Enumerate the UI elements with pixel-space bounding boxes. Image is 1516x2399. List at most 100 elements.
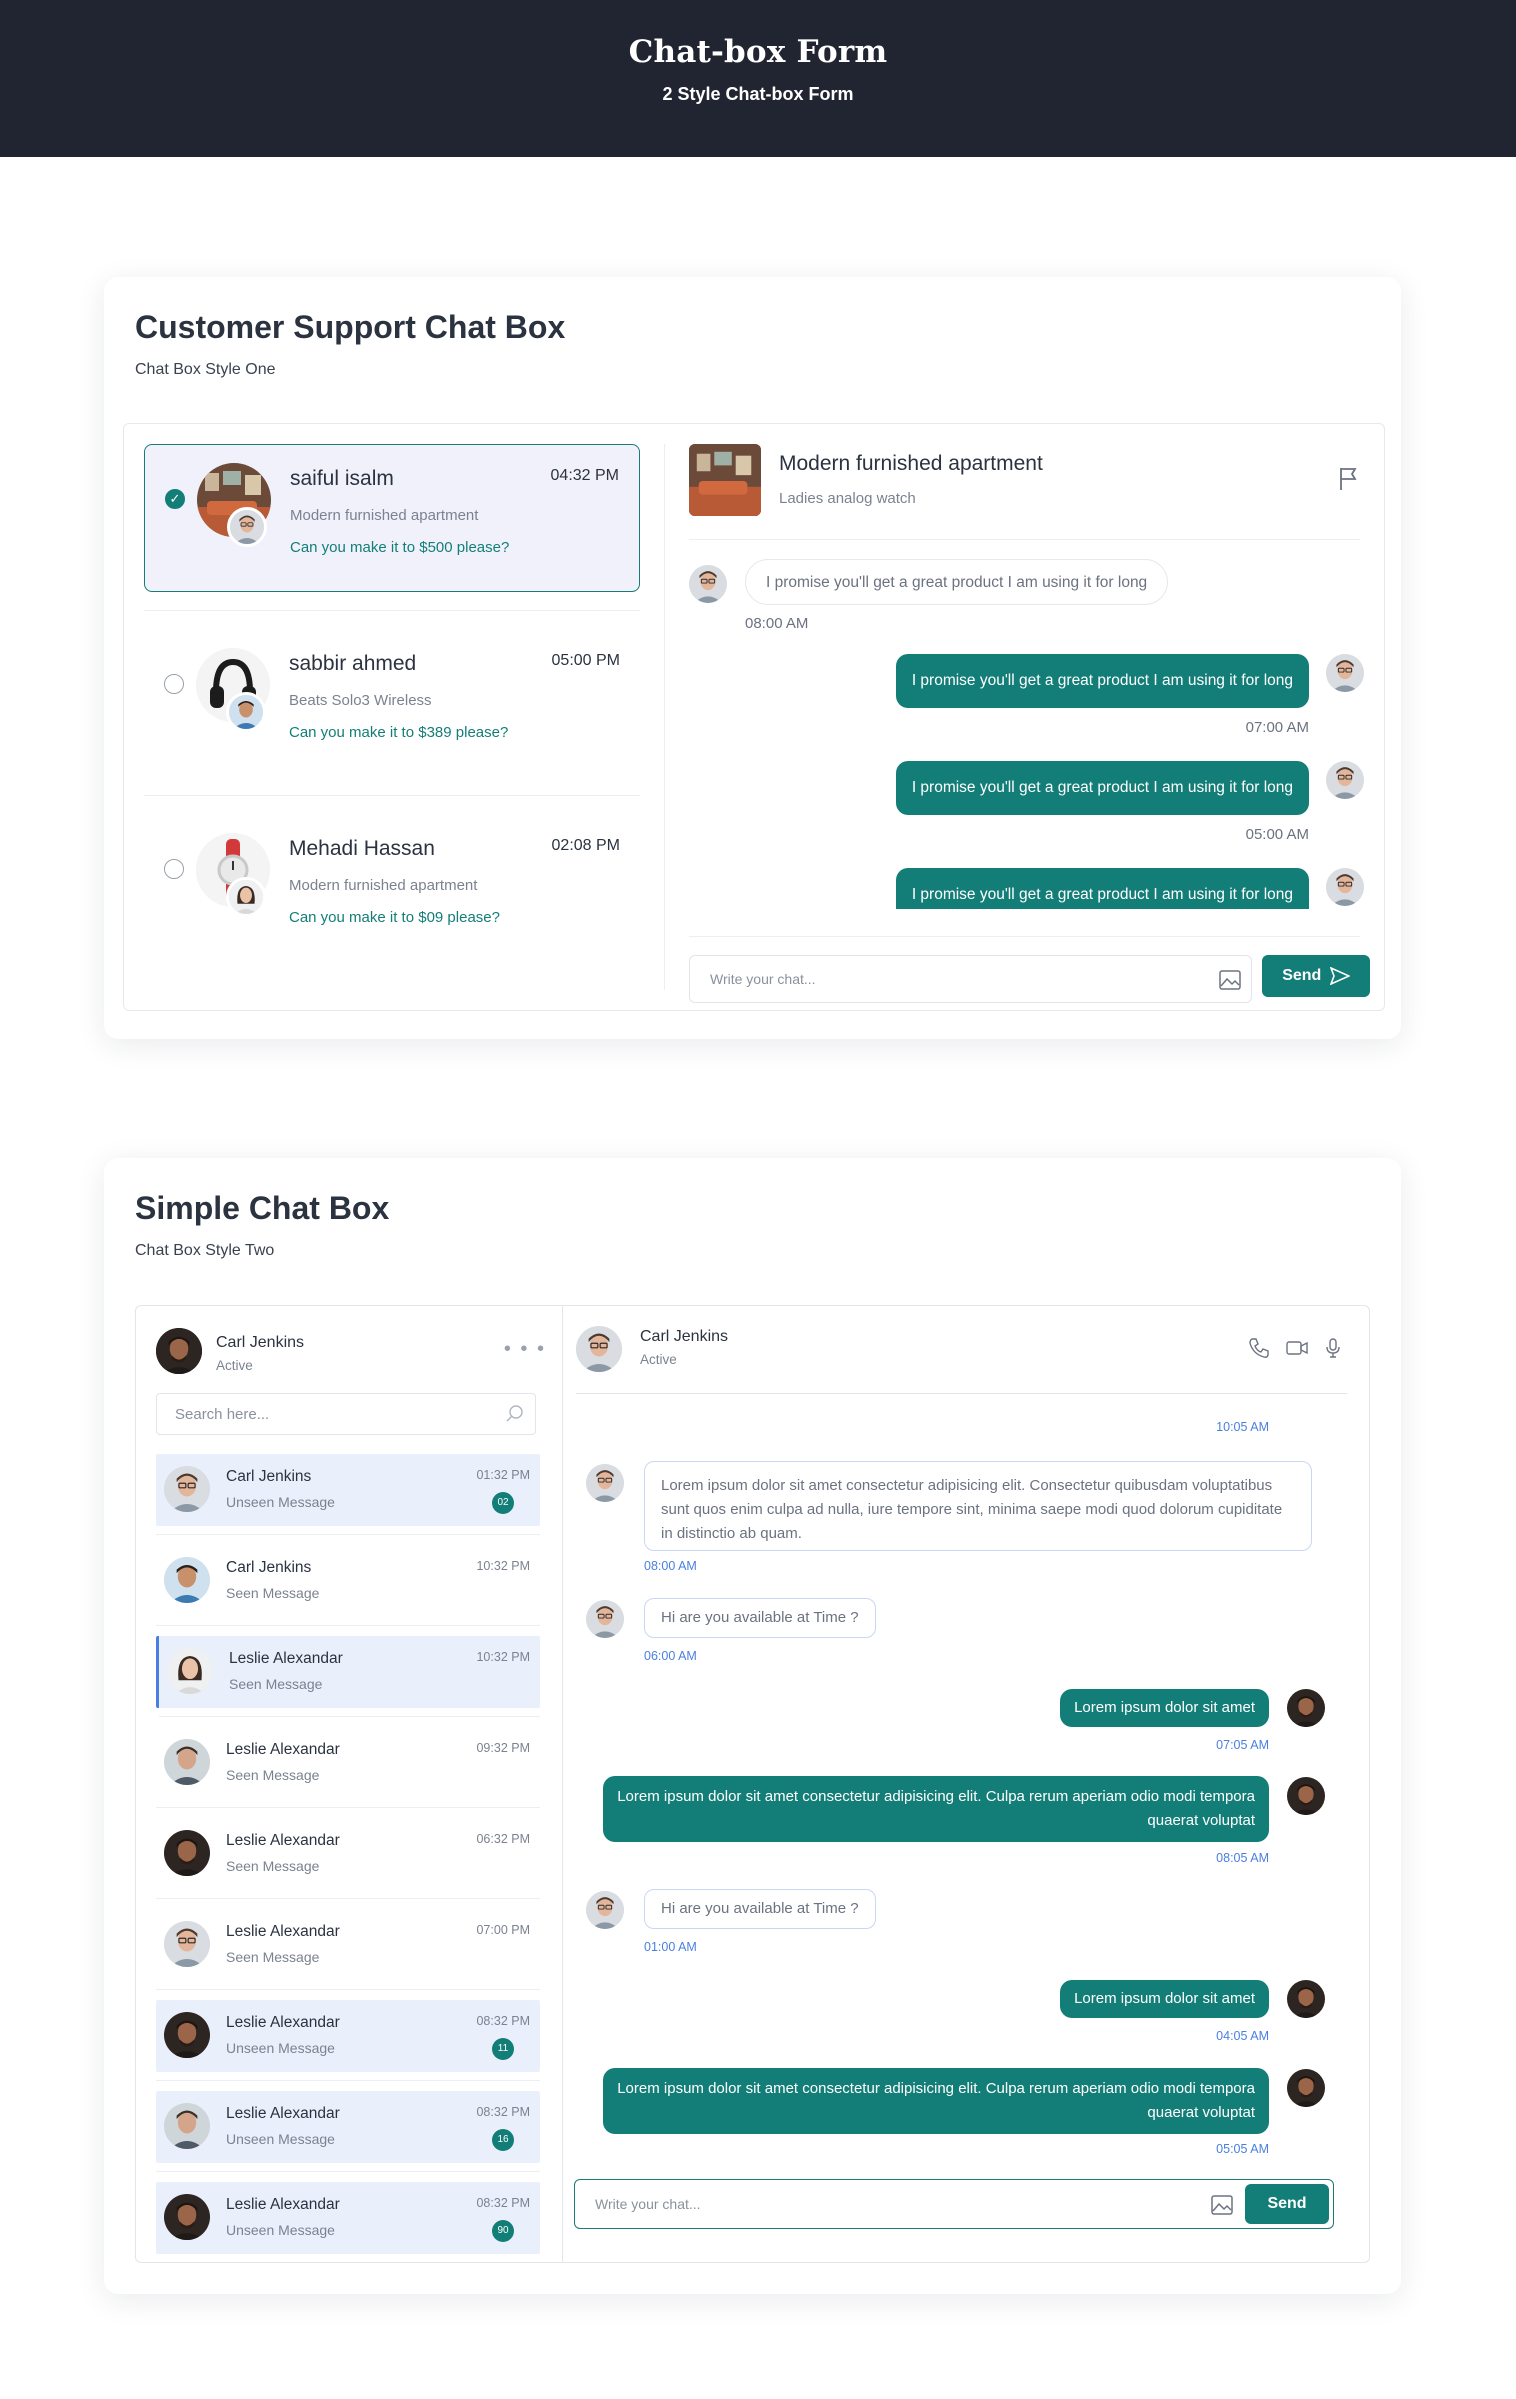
message-time: 02:08 PM bbox=[551, 837, 620, 854]
message-time: 08:00 AM bbox=[644, 1559, 697, 1573]
conversation-item[interactable]: ✓ saiful isalm 04:32 PM Modern furnished… bbox=[144, 444, 640, 592]
image-icon[interactable] bbox=[1219, 970, 1241, 990]
image-icon[interactable] bbox=[1211, 2195, 1233, 2215]
chat-contact-name: Carl Jenkins bbox=[640, 1328, 729, 1345]
select-radio[interactable] bbox=[164, 674, 184, 694]
chat-contact-status: Active bbox=[640, 1352, 677, 1367]
select-radio[interactable] bbox=[164, 859, 184, 879]
chat-input-placeholder: Write your chat... bbox=[595, 2196, 701, 2212]
avatar bbox=[164, 2194, 210, 2240]
page-subtitle: 2 Style Chat-box Form bbox=[662, 84, 854, 104]
conversation-item[interactable]: sabbir ahmed 05:00 PM Beats Solo3 Wirele… bbox=[144, 610, 640, 778]
list-item[interactable]: Leslie Alexandar Seen Message 09:32 PM bbox=[156, 1727, 540, 1808]
contact-name: Leslie Alexandar bbox=[226, 2196, 340, 2213]
chat-input-area: Write your chat... Send bbox=[689, 936, 1370, 1003]
contact-name: Carl Jenkins bbox=[226, 1468, 312, 1485]
list-item[interactable]: Leslie Alexandar Unseen Message 08:32 PM 11 bbox=[156, 2000, 540, 2081]
user-status: Active bbox=[216, 1358, 253, 1373]
product-thumbnail bbox=[689, 444, 761, 516]
page-header: Chat-box Form 2 Style Chat-box Form bbox=[0, 0, 1516, 157]
unread-badge: 16 bbox=[492, 2129, 514, 2151]
message-status: Unseen Message bbox=[226, 2040, 335, 2056]
message-time: 08:32 PM bbox=[476, 2196, 530, 2210]
conversation-item[interactable]: Mehadi Hassan 02:08 PM Modern furnished … bbox=[144, 795, 640, 963]
section-title: Simple Chat Box bbox=[135, 1190, 390, 1226]
avatar bbox=[1287, 1689, 1325, 1727]
list-item[interactable]: Leslie Alexandar Unseen Message 08:32 PM 90 bbox=[156, 2182, 540, 2254]
divider bbox=[159, 1716, 540, 1717]
outgoing-message: Lorem ipsum dolor sit amet consectetur a… bbox=[603, 1776, 1269, 1842]
message-status: Seen Message bbox=[226, 1767, 320, 1783]
contact-name: saiful isalm bbox=[290, 467, 394, 490]
flag-icon[interactable] bbox=[1338, 466, 1360, 492]
more-options-icon[interactable]: • • • bbox=[504, 1338, 546, 1361]
send-icon bbox=[1329, 966, 1351, 986]
contact-name: Carl Jenkins bbox=[226, 1559, 312, 1576]
avatar bbox=[164, 1557, 210, 1603]
divider bbox=[156, 1625, 540, 1626]
outgoing-message: I promise you'll get a great product I a… bbox=[895, 761, 1309, 815]
message-time: 07:00 PM bbox=[476, 1923, 530, 1937]
avatar bbox=[164, 2012, 210, 2058]
incoming-message: I promise you'll get a great product I a… bbox=[745, 559, 1169, 605]
microphone-icon[interactable] bbox=[1321, 1336, 1345, 1360]
message-time: 09:32 PM bbox=[476, 1741, 530, 1755]
contact-name: Leslie Alexandar bbox=[226, 1741, 340, 1758]
avatar bbox=[1287, 2069, 1325, 2107]
chat-input[interactable]: Write your chat... bbox=[689, 955, 1252, 1003]
section-title: Customer Support Chat Box bbox=[135, 309, 566, 345]
video-icon[interactable] bbox=[1285, 1336, 1309, 1360]
unread-badge: 02 bbox=[492, 1492, 514, 1514]
message-status: Unseen Message bbox=[226, 2222, 335, 2238]
divider bbox=[144, 795, 640, 796]
chat-input[interactable]: Write your chat... Send bbox=[574, 2179, 1334, 2229]
customer-support-card: Customer Support Chat Box Chat Box Style… bbox=[104, 277, 1401, 1039]
chat-box-style-two: Carl Jenkins Active • • • Search here...… bbox=[135, 1305, 1370, 2263]
contact-name: Leslie Alexandar bbox=[226, 2014, 340, 2031]
chat-header: Modern furnished apartment Ladies analog… bbox=[689, 444, 1360, 540]
message-status: Seen Message bbox=[226, 1858, 320, 1874]
message-time: 05:05 AM bbox=[1216, 2142, 1269, 2156]
section-subtitle: Chat Box Style Two bbox=[135, 1242, 275, 1259]
avatar bbox=[586, 1600, 624, 1638]
avatar bbox=[586, 1891, 624, 1929]
message-time: 08:05 AM bbox=[1216, 1851, 1269, 1865]
avatar bbox=[576, 1326, 622, 1372]
search-input[interactable]: Search here... bbox=[156, 1393, 536, 1435]
outgoing-message: I promise you'll get a great product I a… bbox=[895, 654, 1309, 708]
message-status: Unseen Message bbox=[226, 2131, 335, 2147]
list-item[interactable]: Leslie Alexandar Unseen Message 08:32 PM 16 bbox=[156, 2091, 540, 2172]
list-item[interactable]: Carl Jenkins Seen Message 10:32 PM bbox=[156, 1545, 540, 1626]
last-message: Can you make it to $389 please? bbox=[289, 724, 509, 741]
selected-check-icon[interactable]: ✓ bbox=[165, 489, 185, 509]
message-list[interactable]: I promise you'll get a great product I a… bbox=[665, 559, 1384, 909]
avatar[interactable] bbox=[156, 1328, 202, 1374]
list-item[interactable]: Leslie Alexandar Seen Message 07:00 PM bbox=[156, 1909, 540, 1990]
message-time: 08:32 PM bbox=[476, 2105, 530, 2119]
avatar bbox=[164, 2103, 210, 2149]
outgoing-message: I promise you'll get a great product I a… bbox=[895, 868, 1309, 909]
section-subtitle: Chat Box Style One bbox=[135, 361, 276, 378]
avatar bbox=[1287, 1980, 1325, 2018]
list-item[interactable]: Carl Jenkins Unseen Message 01:32 PM 02 bbox=[156, 1454, 540, 1535]
message-time: 05:00 AM bbox=[1245, 826, 1309, 843]
message-time: 08:00 AM bbox=[745, 615, 809, 632]
last-message: Can you make it to $500 please? bbox=[290, 539, 510, 556]
avatar bbox=[164, 1466, 210, 1512]
search-placeholder: Search here... bbox=[175, 1406, 270, 1423]
contact-name: Leslie Alexandar bbox=[229, 1650, 343, 1667]
send-button[interactable]: Send bbox=[1245, 2184, 1329, 2224]
phone-icon[interactable] bbox=[1247, 1336, 1271, 1360]
message-time: 01:32 PM bbox=[476, 1468, 530, 1482]
avatar bbox=[586, 1464, 624, 1502]
search-icon[interactable] bbox=[505, 1404, 525, 1424]
divider bbox=[156, 1898, 540, 1899]
message-time: 04:32 PM bbox=[550, 467, 619, 484]
list-item[interactable]: Leslie Alexandar Seen Message 10:32 PM bbox=[156, 1636, 540, 1717]
message-time: 08:32 PM bbox=[476, 2014, 530, 2028]
chat-panel: Carl Jenkins Active 10:05 AM Lorem ipsum… bbox=[564, 1306, 1369, 2262]
send-button[interactable]: Send bbox=[1262, 955, 1370, 997]
list-item[interactable]: Leslie Alexandar Seen Message 06:32 PM bbox=[156, 1818, 540, 1899]
message-status: Seen Message bbox=[226, 1585, 320, 1601]
chat-subtitle: Ladies analog watch bbox=[779, 490, 916, 507]
